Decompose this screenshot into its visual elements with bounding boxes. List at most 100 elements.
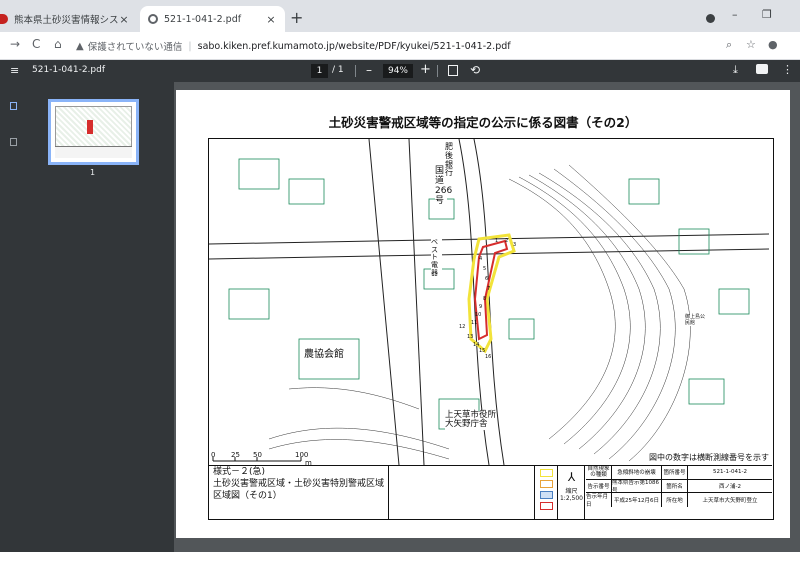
document-viewport-bottom (174, 538, 800, 552)
transect-number: 4 (479, 256, 483, 262)
more-options-icon[interactable]: ⋮ (782, 63, 793, 76)
transect-number: 6 (485, 276, 489, 282)
office-label: 上天草市役所 大矢野庁舎 (445, 410, 497, 430)
red-zone-swatch (540, 502, 553, 510)
natural-label: 自然現象 の種類 (586, 466, 612, 479)
menu-icon[interactable]: ≡ (10, 64, 19, 77)
tab-kumamoto-system[interactable]: 熊本県土砂災害情報システム 警 × (0, 6, 138, 32)
url-path: /website/PDF/kyukei/521-1-041-2.pdf (334, 40, 511, 52)
legend-title-block: 様式－２(急) 土砂災害警戒区域・土砂災害特別警戒区域 区域図（その1） (209, 466, 389, 520)
blue-zone-swatch (540, 491, 553, 499)
place-name-value: 西ノ浦-2 (719, 483, 741, 490)
transect-number: 9 (479, 304, 483, 310)
date-label: 告示年月日 (586, 493, 612, 508)
legend-area-subtitle: 区域図（その1） (213, 491, 282, 501)
park-label: 御上島公民館 (685, 314, 706, 326)
legend-form: 様式－２(急) (213, 467, 266, 477)
north-arrow-icon: ⅄ (567, 470, 576, 484)
scale-tick: 100 (295, 451, 309, 459)
warning-icon[interactable]: ▲ (76, 41, 84, 52)
transect-number: 10 (475, 312, 482, 318)
page-thumbnail[interactable] (48, 99, 139, 165)
scale-tick: 0 (211, 451, 216, 459)
toolbar-divider (355, 65, 356, 77)
tab-close-icon[interactable]: × (118, 13, 130, 26)
thumbnail-sidebar: 1 (0, 82, 174, 552)
toolbar-divider (437, 65, 438, 77)
fit-page-icon[interactable] (448, 65, 458, 76)
document-title: 土砂災害警戒区域等の指定の公示に係る図書（その2） (328, 115, 638, 130)
transect-number: 8 (483, 296, 487, 302)
tab-close-icon[interactable]: × (265, 13, 277, 26)
hall-label: 農協会館 (304, 349, 344, 360)
thumbnail-legend (55, 146, 132, 158)
rotate-icon[interactable]: ⟲ (470, 63, 480, 77)
legend-symbols (536, 466, 558, 520)
map-footnote: 図中の数字は横断測線番号を示す (649, 453, 769, 462)
zoom-out-button[interactable]: – (366, 63, 372, 77)
home-button[interactable]: ⌂ (54, 37, 62, 51)
url-host: sabo.kiken.pref.kumamoto.jp (197, 40, 335, 52)
legend-description (390, 466, 535, 520)
legend-info-table: 自然現象 の種類 急傾斜地の崩壊 箇所番号 521-1-041-2 告示番号 熊… (586, 466, 772, 520)
zoom-input[interactable]: 94% (383, 64, 413, 78)
scale-tick: 50 (253, 451, 262, 459)
bookmark-star-icon[interactable]: ☆ (746, 38, 756, 51)
back-button[interactable]: → (10, 37, 20, 51)
tab-pdf[interactable]: 521-1-041-2.pdf × (140, 6, 285, 32)
thumbnails-view-icon[interactable] (10, 102, 17, 110)
print-icon[interactable] (756, 64, 768, 74)
profile-icon[interactable] (706, 14, 715, 23)
transect-number: 2 (505, 238, 509, 244)
outline-view-icon[interactable] (10, 138, 17, 146)
reload-button[interactable]: C (32, 37, 40, 51)
pdf-page: 土砂災害警戒区域等の指定の公示に係る図書（その2） 国道266号 肥後銀行 ベス… (176, 90, 790, 538)
tab-strip: 熊本県土砂災害情報システム 警 × 521-1-041-2.pdf × + – … (0, 0, 800, 32)
bank-label: 肥後銀行 (445, 142, 456, 179)
table-row: 告示番号 熊本県告示第1086号 箇所名 西ノ浦-2 (586, 479, 772, 494)
yellow-zone-swatch (540, 469, 553, 477)
site-favicon-icon (0, 14, 8, 24)
store-label: ベスト電器 (431, 238, 442, 278)
restore-button[interactable]: ❐ (762, 8, 772, 21)
location-value: 上天草市大矢野町登立 (702, 497, 758, 504)
thumbnail-page-number: 1 (90, 168, 96, 177)
transect-number: 16 (485, 354, 492, 360)
address-bar[interactable]: ▲ 保護されていない通信 | sabo.kiken.pref.kumamoto.… (76, 35, 766, 57)
new-tab-button[interactable]: + (290, 8, 303, 27)
pdf-toolbar: ≡ 521-1-041-2.pdf 1 / 1 – 94% + ⟲ ⤓ ⋮ (0, 60, 800, 82)
minimize-button[interactable]: – (732, 8, 738, 21)
page-number-input[interactable]: 1 (311, 64, 328, 78)
transect-number: 3 (513, 242, 517, 248)
security-label[interactable]: 保護されていない通信 (88, 39, 183, 53)
natural-value: 急傾斜地の崩壊 (612, 466, 662, 479)
globe-icon (148, 14, 158, 24)
zoom-icon[interactable]: ⌕ (726, 38, 732, 52)
tab-title: 521-1-041-2.pdf (164, 13, 242, 25)
separator: | (188, 40, 192, 52)
legend-north: ⅄ 縮尺 1:2,500 (559, 466, 585, 520)
transect-number: 13 (467, 334, 474, 340)
notice-value: 熊本県告示第1086号 (612, 479, 662, 494)
zoom-in-button[interactable]: + (420, 62, 431, 77)
scale-value: 1:2,500 (559, 495, 583, 502)
orange-zone-swatch (540, 480, 553, 488)
tab-title: 熊本県土砂災害情報システム 警 (14, 15, 118, 26)
code-label: 箇所番号 (662, 466, 688, 479)
account-icon[interactable]: ● (768, 38, 778, 51)
bottom-strip (0, 552, 800, 566)
transect-number: 7 (487, 286, 491, 292)
legend-area-title: 土砂災害警戒区域・土砂災害特別警戒区域 (213, 479, 385, 489)
transect-number: 11 (471, 320, 478, 326)
download-icon[interactable]: ⤓ (733, 63, 738, 77)
transect-number: 5 (483, 266, 487, 272)
transect-number: 12 (459, 324, 466, 330)
page-total: / 1 (332, 65, 344, 75)
map-frame: 国道266号 肥後銀行 ベスト電器 農協会館 上天草市役所 大矢野庁舎 御上島公… (208, 138, 774, 520)
legend-panel: 様式－２(急) 土砂災害警戒区域・土砂災害特別警戒区域 区域図（その1） ⅄ 縮… (209, 465, 772, 520)
table-row: 告示年月日 平成25年12月6日 所在地 上天草市大矢野町登立 (586, 493, 772, 508)
location-label: 所在地 (662, 493, 688, 507)
scale-tick: 25 (231, 451, 240, 459)
code-value: 521-1-041-2 (713, 469, 747, 476)
date-value: 平成25年12月6日 (612, 493, 662, 507)
